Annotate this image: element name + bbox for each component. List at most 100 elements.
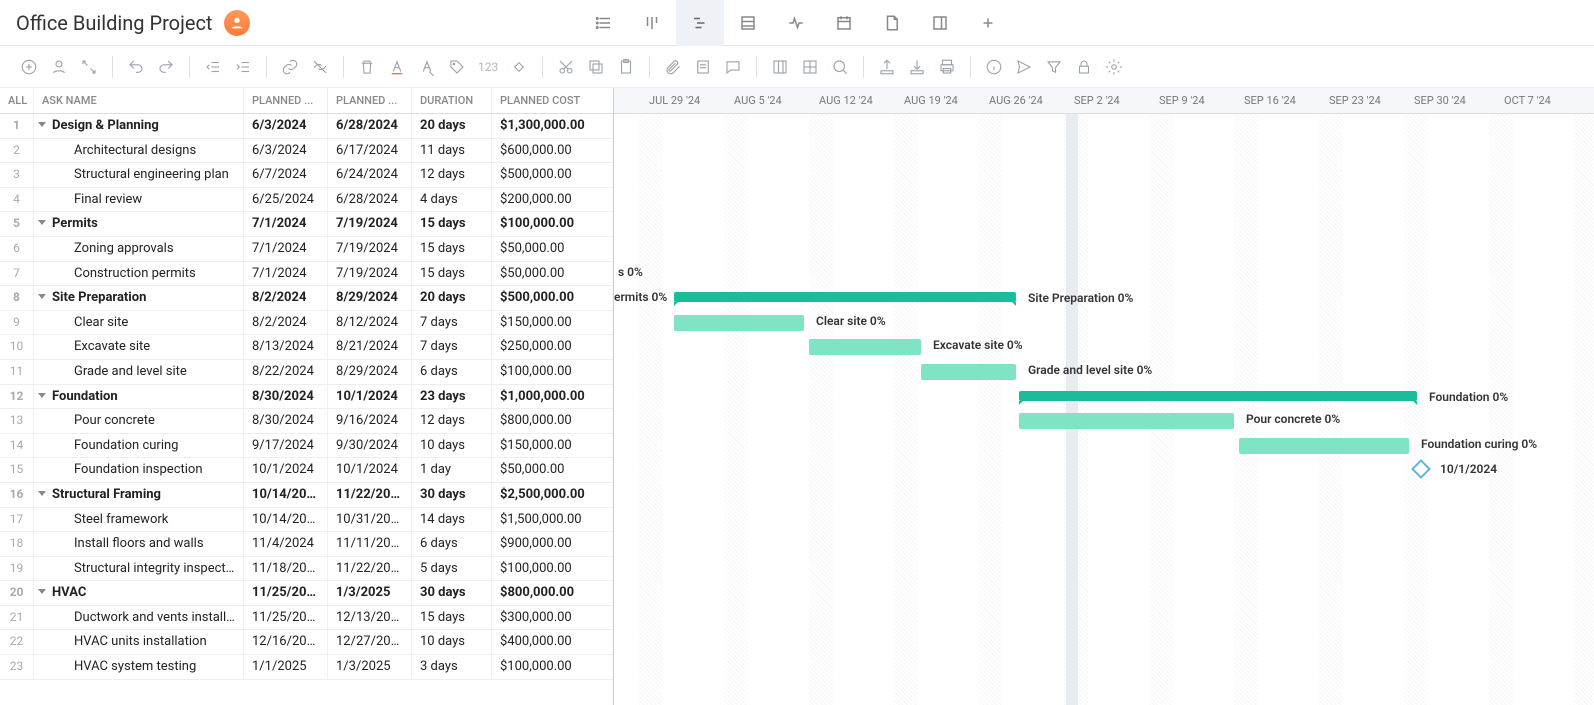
view-table-icon[interactable] [724,0,772,46]
grid-header: ALL ASK NAME PLANNED ... PLANNED ... DUR… [0,88,613,114]
unlink-icon[interactable] [307,54,333,80]
bar-label: Clear site 0% [816,314,886,328]
cut-icon[interactable] [553,54,579,80]
timeline-tick: JUL 29 '24 [649,94,700,107]
timeline-tick: AUG 5 '24 [734,94,782,107]
table-row[interactable]: 16Structural Framing10/14/202411/22/2024… [0,483,613,508]
table-row[interactable]: 4Final review6/25/20246/28/20244 days$20… [0,188,613,213]
view-doc-icon[interactable] [868,0,916,46]
col-all[interactable]: ALL [0,88,34,113]
toolbar: 123 [0,46,1594,88]
task-bar[interactable] [1019,413,1234,429]
table-row[interactable]: 11Grade and level site8/22/20248/29/2024… [0,360,613,385]
send-icon[interactable] [1011,54,1037,80]
bar-label: Pour concrete 0% [1246,412,1340,426]
table-row[interactable]: 12Foundation8/30/202410/1/202423 days$1,… [0,385,613,410]
bar-label: s 0% [618,265,643,279]
grid-icon[interactable] [797,54,823,80]
col-cost[interactable]: PLANNED COST [492,88,612,113]
diamond-icon[interactable] [506,54,532,80]
clear-format-icon[interactable] [414,54,440,80]
task-bar[interactable] [674,315,804,331]
view-panel-icon[interactable] [916,0,964,46]
table-row[interactable]: 19Structural integrity inspect...11/18/2… [0,557,613,582]
filter-icon[interactable] [1041,54,1067,80]
bar-label: 10/1/2024 [1440,462,1497,476]
view-gantt-icon[interactable] [676,0,724,46]
table-row[interactable]: 15Foundation inspection10/1/202410/1/202… [0,458,613,483]
import-icon[interactable] [904,54,930,80]
bar-label: Excavate site 0% [933,338,1023,352]
table-row[interactable]: 13Pour concrete8/30/20249/16/202412 days… [0,409,613,434]
numbering-label[interactable]: 123 [474,60,502,74]
paste-icon[interactable] [613,54,639,80]
bar-label: Grade and level site 0% [1028,363,1152,377]
zoom-icon[interactable] [827,54,853,80]
comment-icon[interactable] [720,54,746,80]
table-row[interactable]: 3Structural engineering plan6/7/20246/24… [0,163,613,188]
summary-bar[interactable] [1019,391,1417,401]
lock-icon[interactable] [1071,54,1097,80]
bar-label: Foundation curing 0% [1421,437,1537,451]
table-row[interactable]: 21Ductwork and vents install...11/25/202… [0,606,613,631]
view-tabs [580,0,1012,46]
col-start[interactable]: PLANNED ... [244,88,328,113]
print-icon[interactable] [934,54,960,80]
task-bar[interactable] [921,364,1016,380]
info-icon[interactable] [981,54,1007,80]
table-row[interactable]: 23HVAC system testing1/1/20251/3/20253 d… [0,655,613,680]
add-icon[interactable] [16,54,42,80]
export-icon[interactable] [874,54,900,80]
table-row[interactable]: 2Architectural designs6/3/20246/17/20241… [0,139,613,164]
indent-icon[interactable] [230,54,256,80]
table-row[interactable]: 9Clear site8/2/20248/12/20247 days$150,0… [0,311,613,336]
col-duration[interactable]: DURATION [412,88,492,113]
link-icon[interactable] [277,54,303,80]
summary-bar[interactable] [674,292,1016,302]
add-view-icon[interactable] [964,0,1012,46]
view-calendar-icon[interactable] [820,0,868,46]
font-color-icon[interactable] [384,54,410,80]
gantt-chart[interactable]: JUL 29 '24AUG 5 '24AUG 12 '24AUG 19 '24A… [614,88,1594,705]
task-bar[interactable] [809,339,921,355]
table-row[interactable]: 8Site Preparation8/2/20248/29/202420 day… [0,286,613,311]
view-activity-icon[interactable] [772,0,820,46]
settings-icon[interactable] [1101,54,1127,80]
undo-icon[interactable] [123,54,149,80]
copy-icon[interactable] [583,54,609,80]
table-row[interactable]: 22HVAC units installation12/16/202412/27… [0,630,613,655]
table-row[interactable]: 18Install floors and walls11/4/202411/11… [0,532,613,557]
bar-label: Site Preparation 0% [1028,291,1133,305]
table-row[interactable]: 17Steel framework10/14/202410/31/202414 … [0,508,613,533]
redo-icon[interactable] [153,54,179,80]
table-row[interactable]: 1Design & Planning6/3/20246/28/202420 da… [0,114,613,139]
table-row[interactable]: 5Permits7/1/20247/19/202415 days$100,000… [0,212,613,237]
note-icon[interactable] [690,54,716,80]
delete-icon[interactable] [354,54,380,80]
bar-label: Foundation 0% [1429,390,1508,404]
timeline-tick: SEP 23 '24 [1329,94,1381,107]
gantt-body: s 0%ermits 0%Site Preparation 0%Clear si… [614,114,1594,705]
timeline-tick: AUG 19 '24 [904,94,958,107]
col-end[interactable]: PLANNED ... [328,88,412,113]
table-row[interactable]: 20HVAC11/25/20241/3/202530 days$800,000.… [0,581,613,606]
table-row[interactable]: 14Foundation curing9/17/20249/30/202410 … [0,434,613,459]
table-row[interactable]: 7Construction permits7/1/20247/19/202415… [0,262,613,287]
view-list-icon[interactable] [580,0,628,46]
timeline-tick: AUG 12 '24 [819,94,873,107]
tag-icon[interactable] [444,54,470,80]
view-board-icon[interactable] [628,0,676,46]
person-icon[interactable] [46,54,72,80]
columns-icon[interactable] [767,54,793,80]
task-bar[interactable] [1239,438,1409,454]
outdent-icon[interactable] [200,54,226,80]
table-row[interactable]: 10Excavate site8/13/20248/21/20247 days$… [0,335,613,360]
attach-icon[interactable] [660,54,686,80]
refresh-icon[interactable] [76,54,102,80]
page-title: Office Building Project [16,11,212,35]
timeline-tick: OCT 7 '24 [1504,94,1551,107]
table-row[interactable]: 6Zoning approvals7/1/20247/19/202415 day… [0,237,613,262]
col-name[interactable]: ASK NAME [34,88,244,113]
avatar[interactable] [224,10,250,36]
timeline-tick: SEP 16 '24 [1244,94,1296,107]
